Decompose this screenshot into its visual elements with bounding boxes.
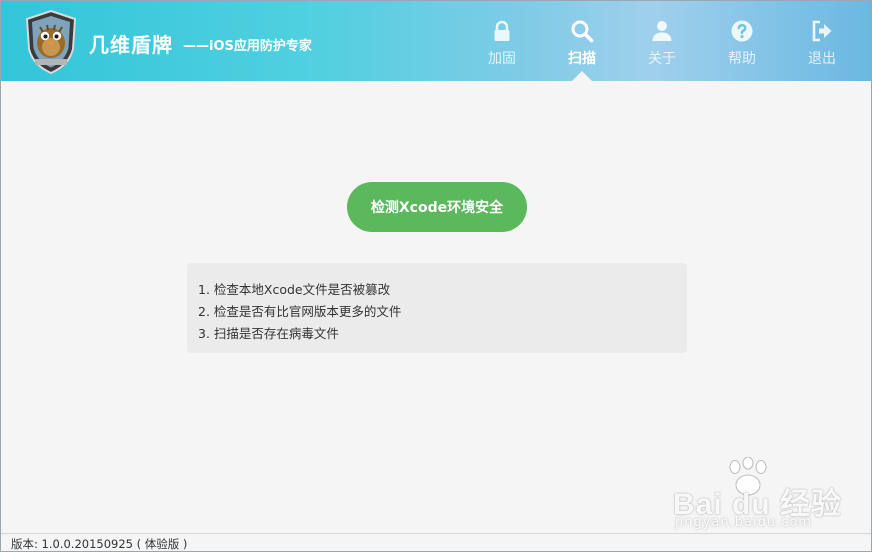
watermark-url: jingyan.baidu.com xyxy=(675,515,812,530)
active-tab-caret xyxy=(572,71,592,81)
search-icon xyxy=(571,20,594,43)
logout-icon xyxy=(812,20,832,42)
nav-label-exit: 退出 xyxy=(808,51,836,67)
shield-logo-icon xyxy=(25,9,77,75)
nav-item-harden[interactable]: 加固 xyxy=(472,1,532,81)
version-label: 版本: 1.0.0.20150925 ( 体验版 ) xyxy=(11,537,188,551)
status-bar: 版本: 1.0.0.20150925 ( 体验版 ) xyxy=(1,533,871,551)
help-icon xyxy=(731,20,753,42)
nav-label-scan: 扫描 xyxy=(568,51,596,67)
app-subtitle: ——iOS应用防护专家 xyxy=(183,39,312,54)
info-item: 3. 扫描是否存在病毒文件 xyxy=(198,326,339,341)
info-item: 2. 检查是否有比官网版本更多的文件 xyxy=(198,304,402,319)
nav-label-harden: 加固 xyxy=(488,51,516,67)
app-title: 几维盾牌 xyxy=(89,33,173,57)
info-item: 1. 检查本地Xcode文件是否被篡改 xyxy=(198,282,391,297)
nav-item-about[interactable]: 关于 xyxy=(632,1,692,81)
header-bar: 几维盾牌 ——iOS应用防护专家 加固 扫描 关于 帮助 退出 xyxy=(1,1,871,81)
baidu-watermark: Bai du 经验 jingyan.baidu.com xyxy=(669,457,869,533)
detect-xcode-button[interactable]: 检测Xcode环境安全 xyxy=(347,182,527,232)
user-icon xyxy=(652,21,672,41)
nav-label-about: 关于 xyxy=(648,51,676,67)
app-window: 几维盾牌 ——iOS应用防护专家 加固 扫描 关于 帮助 退出 检测Xcode环… xyxy=(0,0,872,552)
scan-info-panel: 1. 检查本地Xcode文件是否被篡改 2. 检查是否有比官网版本更多的文件 3… xyxy=(187,263,687,353)
nav-item-help[interactable]: 帮助 xyxy=(712,1,772,81)
lock-icon xyxy=(494,20,510,41)
nav-label-help: 帮助 xyxy=(728,51,756,67)
nav-item-exit[interactable]: 退出 xyxy=(792,1,852,81)
nav-item-scan[interactable]: 扫描 xyxy=(552,1,612,81)
